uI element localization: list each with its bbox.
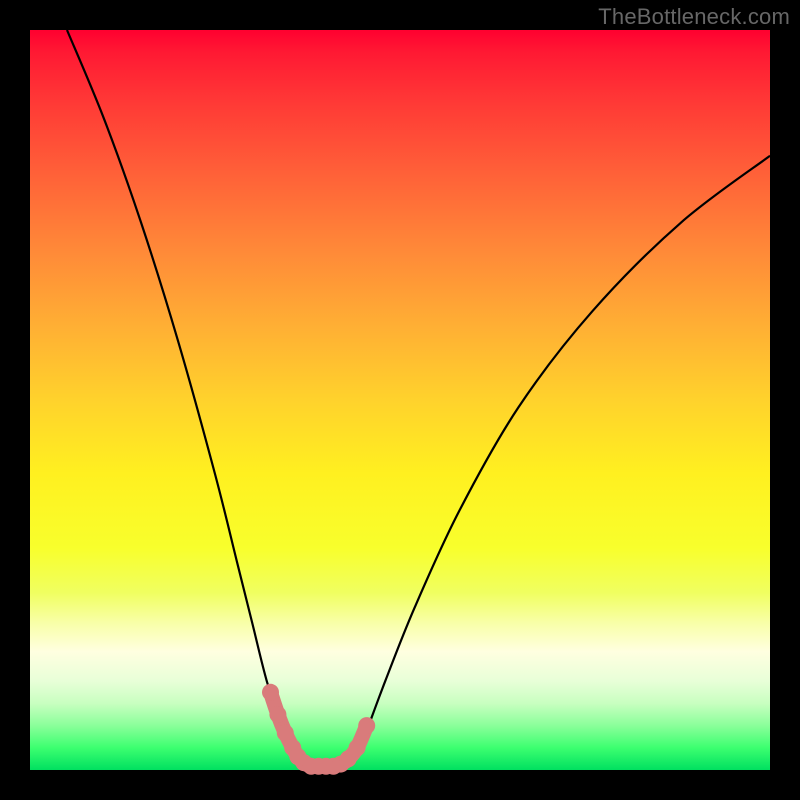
watermark-text: TheBottleneck.com: [598, 4, 790, 30]
highlight-dot: [269, 706, 286, 723]
chart-svg: [30, 30, 770, 770]
highlight-dot: [358, 717, 375, 734]
bottleneck-curve: [67, 30, 770, 771]
chart-frame: TheBottleneck.com: [0, 0, 800, 800]
highlight-dot: [277, 725, 294, 742]
highlight-dot: [349, 739, 366, 756]
highlight-dot: [262, 684, 279, 701]
